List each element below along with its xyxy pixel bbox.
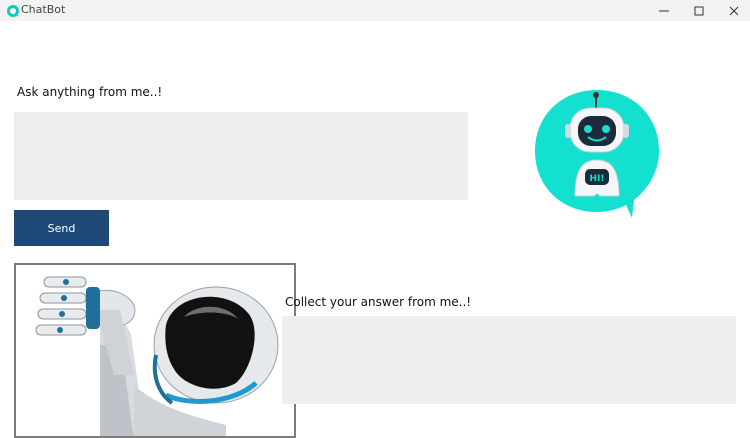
maximize-button[interactable] xyxy=(682,0,716,21)
window-title: ChatBot xyxy=(21,3,66,16)
chatbot-icon xyxy=(6,3,20,17)
chatbot-logo-image: HI! xyxy=(530,88,665,223)
close-icon xyxy=(729,1,739,20)
maximize-icon xyxy=(694,1,704,20)
answer-label: Collect your answer from me..! xyxy=(285,295,472,309)
question-input[interactable] xyxy=(14,112,468,200)
answer-output[interactable] xyxy=(282,316,736,404)
minimize-icon xyxy=(659,1,669,20)
title-bar: ChatBot xyxy=(0,0,750,21)
question-label: Ask anything from me..! xyxy=(17,85,163,99)
send-button[interactable]: Send xyxy=(14,210,109,246)
minimize-button[interactable] xyxy=(647,0,681,21)
bot-badge-text: HI! xyxy=(590,174,605,184)
robot-image xyxy=(14,263,296,438)
close-button[interactable] xyxy=(717,0,750,21)
